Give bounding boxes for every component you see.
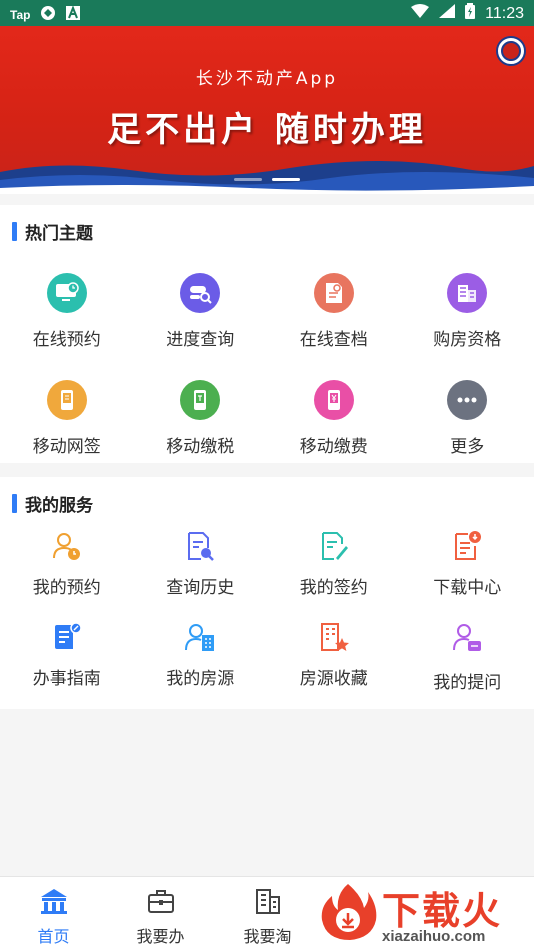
hot-item-label: 进度查询 (166, 330, 235, 350)
hot-item-online-archive[interactable]: 在线查档 (267, 273, 401, 350)
nav-tab-browse[interactable]: 我要淘 (214, 877, 321, 950)
hot-item-mobile-payment[interactable]: 移动缴费 (267, 380, 401, 457)
doc-history-icon (183, 529, 217, 563)
svc-item-label: 查询历史 (166, 578, 235, 598)
hot-item-label: 移动缴税 (166, 437, 235, 457)
home-icon (39, 887, 69, 919)
hot-item-online-appointment[interactable]: 在线预约 (0, 273, 134, 350)
watermark-logo: 下载火 xiazaihuo.com (314, 878, 534, 950)
wifi-icon (411, 4, 430, 23)
banner-wave-decoration (0, 161, 534, 194)
svc-item-my-questions[interactable]: 我的提问 (401, 620, 534, 693)
mobile-sign-icon (46, 380, 87, 420)
svc-item-service-guide[interactable]: 办事指南 (0, 620, 134, 693)
svc-item-label: 下载中心 (433, 578, 502, 598)
status-time: 11:23 (485, 4, 524, 22)
hot-topics-section: 热门主题 在线预约 进度查询 在线查档 购房资格 移动网签 移动缴税 移动缴费 … (0, 205, 534, 463)
document-search-icon (313, 273, 354, 313)
banner-headline: 足不出户 随时办理 (107, 110, 427, 150)
svc-item-label: 我的签约 (299, 578, 368, 598)
flame-logo-icon (321, 884, 377, 940)
hot-topics-title: 热门主题 (12, 219, 93, 244)
carousel-dot-active[interactable] (272, 178, 300, 181)
hot-item-label: 更多 (450, 437, 485, 457)
building-check-icon (447, 273, 488, 313)
hot-item-label: 在线查档 (299, 330, 368, 350)
sync-icon (40, 5, 56, 24)
building-star-icon (317, 620, 351, 654)
hot-item-progress-query[interactable]: 进度查询 (134, 273, 268, 350)
my-services-title: 我的服务 (12, 491, 93, 516)
hot-item-more[interactable]: 更多 (401, 380, 534, 457)
hero-banner[interactable]: 长沙不动产App 足不出户 随时办理 (0, 26, 534, 194)
doc-download-icon (450, 529, 484, 563)
building-icon (253, 887, 283, 919)
nav-tab-home[interactable]: 首页 (0, 877, 107, 950)
banner-subtitle: 长沙不动产App (195, 69, 339, 89)
svc-item-label: 我的预约 (32, 578, 101, 598)
hot-item-mobile-sign[interactable]: 移动网签 (0, 380, 134, 457)
watermark-url: xiazaihuo.com (382, 928, 486, 945)
svc-item-download-center[interactable]: 下载中心 (401, 529, 534, 598)
watermark-title: 下载火 (382, 889, 503, 933)
doc-edit-icon (317, 529, 351, 563)
svc-item-label: 房源收藏 (299, 669, 368, 689)
svc-item-label: 我的房源 (166, 669, 235, 689)
hot-item-purchase-qualification[interactable]: 购房资格 (401, 273, 534, 350)
hot-item-label: 购房资格 (433, 330, 502, 350)
hot-item-label: 移动网签 (32, 437, 101, 457)
nav-tab-label: 首页 (37, 927, 70, 946)
more-icon (447, 380, 488, 420)
svc-item-my-contracts[interactable]: 我的签约 (267, 529, 401, 598)
hot-item-mobile-tax[interactable]: 移动缴税 (134, 380, 268, 457)
carousel-indicator[interactable] (0, 178, 534, 181)
svc-item-label: 办事指南 (32, 669, 101, 689)
emblem-icon (496, 36, 526, 66)
guide-icon (50, 620, 84, 654)
svc-item-my-appointments[interactable]: 我的预约 (0, 529, 134, 598)
nav-tab-label: 我要淘 (243, 927, 292, 946)
user-clock-icon (50, 529, 84, 563)
mobile-tax-icon (180, 380, 221, 420)
user-question-icon (450, 620, 484, 654)
signal-icon (439, 4, 456, 23)
svc-item-query-history[interactable]: 查询历史 (134, 529, 268, 598)
svc-item-label: 我的提问 (433, 673, 502, 693)
nav-tab-label: 我要办 (136, 927, 185, 946)
svc-item-my-properties[interactable]: 我的房源 (134, 620, 268, 693)
hot-item-label: 在线预约 (32, 330, 101, 350)
monitor-clock-icon (46, 273, 87, 313)
battery-icon (465, 3, 476, 24)
svc-item-property-favorites[interactable]: 房源收藏 (267, 620, 401, 693)
search-progress-icon (180, 273, 221, 313)
briefcase-icon (146, 887, 176, 919)
nav-tab-handle[interactable]: 我要办 (107, 877, 214, 950)
status-bar: Tap 11:23 (0, 0, 534, 26)
my-services-section: 我的服务 我的预约 查询历史 我的签约 下载中心 办事指南 我的房源 房源收藏 … (0, 477, 534, 709)
carousel-dot[interactable] (234, 178, 262, 181)
font-icon (66, 5, 81, 23)
user-building-icon (183, 620, 217, 654)
hot-item-label: 移动缴费 (299, 437, 368, 457)
mobile-pay-icon (313, 380, 354, 420)
status-app-label: Tap (10, 7, 31, 22)
